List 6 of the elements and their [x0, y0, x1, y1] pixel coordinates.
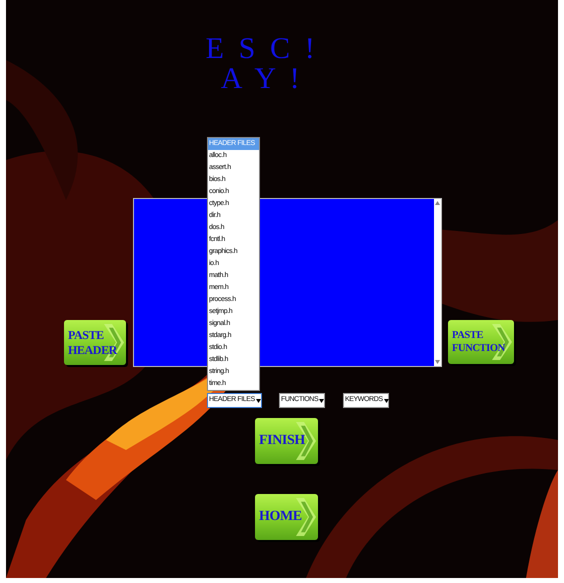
paste-header-button[interactable]: PASTE HEADER — [64, 320, 126, 365]
title-text: A Y ! — [220, 64, 304, 94]
title-text: E S C ! — [206, 34, 318, 64]
home-button[interactable]: HOME — [255, 494, 318, 540]
paste-function-button[interactable]: PASTE FUNCTION — [448, 320, 514, 364]
finish-button[interactable]: FINISH — [255, 418, 318, 464]
